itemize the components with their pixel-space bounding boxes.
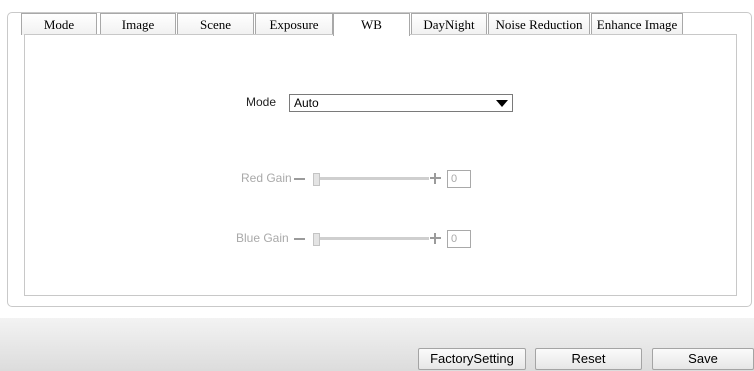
tab-enhance-image[interactable]: Enhance Image — [591, 13, 683, 35]
red-gain-minus-icon[interactable] — [294, 178, 305, 180]
factory-setting-button[interactable]: FactorySetting — [418, 348, 526, 370]
red-gain-label: Red Gain — [241, 171, 292, 185]
blue-gain-plus-icon[interactable] — [430, 233, 441, 244]
blue-gain-label: Blue Gain — [236, 231, 289, 245]
tab-daynight[interactable]: DayNight — [411, 13, 487, 35]
tab-image[interactable]: Image — [100, 13, 176, 35]
tab-mode[interactable]: Mode — [21, 13, 97, 35]
mode-label: Mode — [246, 95, 277, 109]
tab-scene[interactable]: Scene — [177, 13, 254, 35]
chevron-down-icon[interactable] — [496, 100, 508, 107]
blue-gain-slider-thumb[interactable] — [313, 233, 320, 246]
mode-select-value: Auto — [294, 96, 319, 110]
blue-gain-slider-track[interactable] — [313, 237, 429, 240]
blue-gain-input[interactable]: 0 — [447, 230, 471, 248]
red-gain-slider-track[interactable] — [313, 177, 429, 180]
tab-noise-reduction[interactable]: Noise Reduction — [488, 13, 590, 35]
tab-wb[interactable]: WB — [333, 13, 410, 36]
save-button[interactable]: Save — [652, 348, 754, 370]
wb-panel — [24, 34, 737, 296]
tab-exposure[interactable]: Exposure — [255, 13, 333, 35]
red-gain-input[interactable]: 0 — [447, 170, 471, 188]
red-gain-slider-thumb[interactable] — [313, 173, 320, 186]
blue-gain-minus-icon[interactable] — [294, 238, 305, 240]
reset-button[interactable]: Reset — [535, 348, 642, 370]
mode-select[interactable]: Auto — [289, 94, 513, 112]
red-gain-plus-icon[interactable] — [430, 173, 441, 184]
